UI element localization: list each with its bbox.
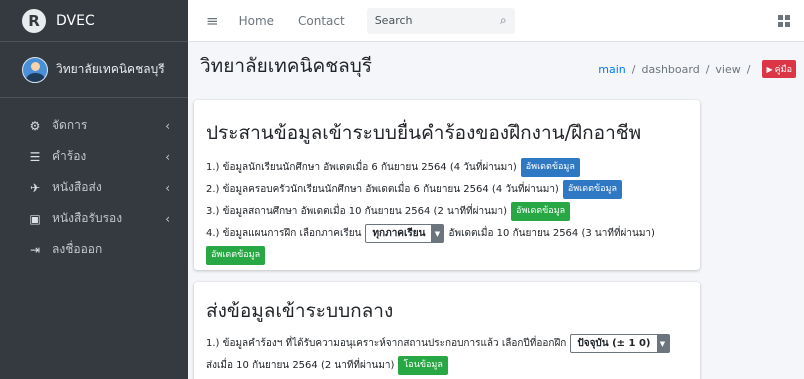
sidebar-item-logout[interactable]: ⇥ ลงชื่อออก (0, 234, 188, 265)
sidebar-item-manage[interactable]: ⚙ จัดการ ‹ (0, 110, 188, 141)
row-text: 2.) ข้อมูลครอบครัวนักเรียนนักศึกษา อัพเด… (206, 183, 559, 195)
document-icon: ▣ (29, 211, 41, 226)
brand-link[interactable]: R DVEC (0, 0, 188, 42)
update-students-button[interactable]: อัพเดตข้อมูล (520, 158, 580, 177)
chevron-left-icon: ‹ (165, 118, 170, 133)
central-submit-card-title: ส่งข้อมูลเข้าระบบกลาง (206, 300, 394, 322)
paper-plane-icon: ✈ (29, 180, 41, 195)
central-row-status: ส่งเมื่อ 10 กันยายน 2564 (2 นาทีที่ผ่านม… (206, 356, 688, 375)
chevron-left-icon: ‹ (165, 149, 170, 164)
brand-name: DVEC (56, 12, 95, 29)
sync-card-title: ประสานข้อมูลเข้าระบบยื่นคำร้องของฝึกงาน/… (206, 122, 642, 144)
sync-row-training-plan: 4.) ข้อมูลแผนการฝึก เลือกภาคเรียน ทุกภาค… (206, 224, 688, 243)
update-families-button[interactable]: อัพเดตข้อมูล (562, 180, 622, 199)
sync-card: ประสานข้อมูลเข้าระบบยื่นคำร้องของฝึกงาน/… (194, 100, 700, 270)
sidebar-item-certificates[interactable]: ▣ หนังสือรับรอง ‹ (0, 203, 188, 234)
top-navbar: ≡ Home Contact ⌕ (188, 0, 804, 42)
sidebar-item-label: ลงชื่อออก (52, 242, 103, 256)
row-text: 3.) ข้อมูลสถานศึกษา อัพเดตเมื่อ 10 กันยา… (206, 205, 508, 217)
sidebar-nav: ⚙ จัดการ ‹ ☰ คำร้อง ‹ ✈ หนังสือส่ง ‹ ▣ ห… (0, 98, 188, 265)
row-text: 1.) ข้อมูลคำร้องฯ ที่ได้รับความอนุเคราะห… (206, 337, 567, 349)
list-icon: ☰ (29, 149, 41, 164)
sync-row-families: 2.) ข้อมูลครอบครัวนักเรียนนักศึกษา อัพเด… (206, 180, 688, 199)
sync-row-students: 1.) ข้อมูลนักเรียนนักศึกษา อัพเดตเมื่อ 6… (206, 158, 688, 177)
content-header: วิทยาลัยเทคนิคชลบุรี main / dashboard / … (188, 42, 804, 90)
training-year-select-value: ปัจจุบัน (± 1 0) (577, 337, 651, 349)
training-year-select[interactable]: ปัจจุบัน (± 1 0) ▼ (570, 334, 670, 353)
transfer-data-button[interactable]: โอนข้อมูล (398, 356, 448, 375)
apps-grid-icon[interactable] (778, 15, 790, 27)
manual-button[interactable]: ▶ คู่มือ (762, 60, 796, 78)
sidebar-item-label: หนังสือส่ง (52, 180, 102, 194)
sidebar-item-label: หนังสือรับรอง (52, 211, 123, 225)
user-panel[interactable]: วิทยาลัยเทคนิคชลบุรี (0, 42, 188, 98)
row-text: อัพเดตเมื่อ 10 กันยายน 2564 (3 นาทีที่ผ่… (448, 227, 655, 239)
row-text: ส่งเมื่อ 10 กันยายน 2564 (2 นาทีที่ผ่านม… (206, 359, 395, 371)
semester-select[interactable]: ทุกภาคเรียน ▼ (365, 224, 445, 243)
search-box: ⌕ (366, 7, 515, 34)
nav-link-home[interactable]: Home (239, 14, 274, 28)
row-text: 4.) ข้อมูลแผนการฝึก เลือกภาคเรียน (206, 227, 362, 239)
breadcrumb-separator: / (746, 62, 751, 76)
central-row-requests: 1.) ข้อมูลคำร้องฯ ที่ได้รับความอนุเคราะห… (206, 334, 688, 353)
breadcrumb-dashboard: dashboard (641, 62, 700, 76)
search-input[interactable] (374, 14, 500, 27)
user-name: วิทยาลัยเทคนิคชลบุรี (56, 62, 165, 76)
sidebar-item-outgoing-letters[interactable]: ✈ หนังสือส่ง ‹ (0, 172, 188, 203)
sidebar-item-requests[interactable]: ☰ คำร้อง ‹ (0, 141, 188, 172)
brand-logo-icon: R (22, 8, 46, 33)
sync-row-training-plan-action: อัพเดตข้อมูล (206, 246, 688, 265)
play-icon: ▶ (766, 64, 773, 74)
nav-link-contact[interactable]: Contact (298, 14, 345, 28)
sidebar-item-label: จัดการ (52, 118, 88, 132)
breadcrumb-separator: / (631, 62, 636, 76)
gears-icon: ⚙ (29, 118, 41, 133)
page-title: วิทยาลัยเทคนิคชลบุรี (200, 55, 373, 77)
chevron-down-icon: ▼ (431, 225, 444, 242)
search-icon[interactable]: ⌕ (500, 13, 507, 28)
chevron-left-icon: ‹ (165, 180, 170, 195)
update-institution-button[interactable]: อัพเดตข้อมูล (511, 202, 571, 221)
breadcrumb-main[interactable]: main (598, 63, 625, 76)
breadcrumb-separator: / (705, 62, 710, 76)
chevron-down-icon: ▼ (656, 335, 669, 352)
breadcrumb: main / dashboard / view / ▶ คู่มือ (598, 60, 796, 78)
central-submit-card: ส่งข้อมูลเข้าระบบกลาง 1.) ข้อมูลคำร้องฯ … (194, 282, 700, 379)
chevron-left-icon: ‹ (165, 211, 170, 226)
sidebar: R DVEC วิทยาลัยเทคนิคชลบุรี ⚙ จัดการ ‹ ☰… (0, 0, 188, 379)
avatar (22, 56, 48, 83)
sign-out-icon: ⇥ (29, 242, 41, 257)
semester-select-value: ทุกภาคเรียน (372, 227, 426, 239)
sync-row-institution: 3.) ข้อมูลสถานศึกษา อัพเดตเมื่อ 10 กันยา… (206, 202, 688, 221)
menu-toggle-icon[interactable]: ≡ (206, 12, 219, 30)
row-text: 1.) ข้อมูลนักเรียนนักศึกษา อัพเดตเมื่อ 6… (206, 161, 517, 173)
update-training-plan-button[interactable]: อัพเดตข้อมูล (206, 246, 266, 265)
breadcrumb-view: view (715, 62, 741, 76)
sidebar-item-label: คำร้อง (52, 149, 87, 163)
manual-label: คู่มือ (774, 65, 792, 75)
